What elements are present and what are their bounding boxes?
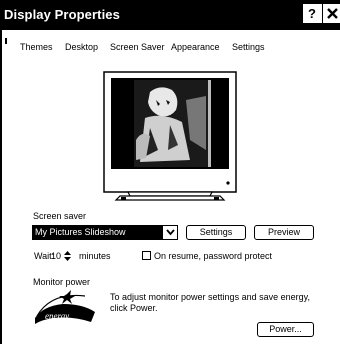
password-protect-checkbox[interactable] [142,251,151,260]
monitor-base [114,195,226,201]
password-protect-label[interactable]: On resume, password protect [154,251,272,261]
screen-saver-preview [103,71,237,201]
minutes-label: minutes [79,251,111,261]
screen-saver-group-label: Screen saver [33,211,87,221]
monitor-power-description: To adjust monitor power settings and sav… [110,292,310,313]
svg-text:energy: energy [45,311,69,321]
screen-saver-selected: My Pictures Slideshow [33,226,163,239]
up-down-stepper-icon[interactable] [62,250,74,262]
power-button[interactable]: Power... [257,322,314,337]
power-led [226,181,230,185]
preview-button[interactable]: Preview [254,225,314,240]
energy-star-logo: energy [35,290,95,324]
monitor-power-group-label: Monitor power [33,277,91,287]
chevron-down-icon[interactable] [166,229,175,238]
settings-button[interactable]: Settings [186,225,246,240]
screen-saver-select[interactable]: My Pictures Slideshow [32,225,178,240]
wait-value[interactable]: 10 [51,251,61,261]
slideshow-photo [134,80,211,167]
